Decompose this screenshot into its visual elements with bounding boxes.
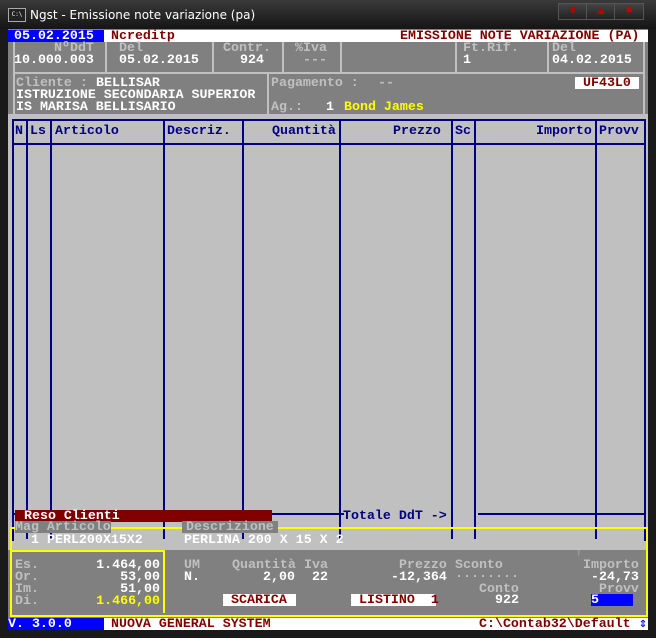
col-articolo[interactable]: Articolo <box>55 124 119 137</box>
iva-field-detail[interactable]: 22 <box>312 570 328 583</box>
agent-number[interactable]: 1 <box>326 100 334 113</box>
console-area: 05.02.2015 Ncreditp EMISSIONE NOTE VARIA… <box>8 29 648 630</box>
version: V. 3.0.0 <box>8 616 72 631</box>
col-provv[interactable]: Provv <box>599 124 639 137</box>
col-importo[interactable]: Importo <box>536 124 592 137</box>
data-path: C:\Contab32\Default <box>479 616 631 631</box>
conto-field[interactable]: 922 <box>495 593 519 606</box>
quantita-field[interactable]: 2,00 <box>263 570 295 583</box>
arrow-up-icon: ↑ <box>575 544 583 559</box>
title-bar: C:\ Ngst - Emissione note variazione (pa… <box>0 0 656 29</box>
ftrif-label: Ft.Rif. <box>463 40 519 55</box>
del2-field[interactable]: 04.02.2015 <box>552 53 632 66</box>
col-n[interactable]: N <box>15 124 23 137</box>
stock-label: Di. <box>15 593 39 608</box>
maximize-button[interactable]: ▲ <box>586 3 616 20</box>
scarica-button[interactable]: SCARICA <box>231 593 287 606</box>
scroll-icon[interactable]: ⇕ <box>639 617 647 630</box>
contr-field[interactable]: 924 <box>240 53 264 66</box>
um-field[interactable]: N. <box>184 570 200 583</box>
provv-field[interactable]: 5 <box>591 593 599 606</box>
articolo-field[interactable]: PERL200X15X2 <box>47 533 143 546</box>
pagamento-field[interactable]: -- <box>378 76 394 89</box>
pagamento-label: Pagamento : <box>271 75 359 90</box>
agent-label: Ag.: <box>271 99 303 114</box>
header-panel <box>13 42 645 74</box>
prezzo-field[interactable]: -12,364 <box>391 570 447 583</box>
minimize-button[interactable]: ▼ <box>558 3 588 20</box>
totale-ddt-label: Totale DdT -> <box>343 508 447 523</box>
ftrif-field[interactable]: 1 <box>463 53 471 66</box>
nddt-field[interactable]: 10.000.003 <box>14 53 94 66</box>
descrizione-field[interactable]: PERLINA 200 X 15 X 2 <box>184 533 344 546</box>
mag-field[interactable]: 1 <box>31 533 39 546</box>
screen-heading: EMISSIONE NOTE VARIAZIONE (PA) <box>400 28 640 43</box>
console-icon: C:\ <box>8 8 26 22</box>
col-quantita[interactable]: Quantità <box>272 124 336 137</box>
col-prezzo[interactable]: Prezzo <box>393 124 441 137</box>
stock-value: 1.466,00 <box>96 593 160 608</box>
listino-button[interactable]: LISTINO 1 <box>359 593 439 606</box>
agent-name: Bond James <box>344 99 424 114</box>
col-ls[interactable]: Ls <box>30 124 46 137</box>
window-title: Ngst - Emissione note variazione (pa) <box>30 8 256 22</box>
company-name: NUOVA GENERAL SYSTEM <box>111 616 271 631</box>
iva-field[interactable]: --- <box>303 53 327 66</box>
client-name-2: IS MARISA BELLISARIO <box>16 99 176 114</box>
col-sc[interactable]: Sc <box>455 124 471 137</box>
del-field[interactable]: 05.02.2015 <box>119 53 199 66</box>
close-button[interactable]: ✖ <box>614 3 644 20</box>
code-box-value: UF43L0 <box>583 75 631 90</box>
sconto-field[interactable]: ........ <box>455 567 519 580</box>
col-descriz[interactable]: Descriz. <box>167 124 231 137</box>
